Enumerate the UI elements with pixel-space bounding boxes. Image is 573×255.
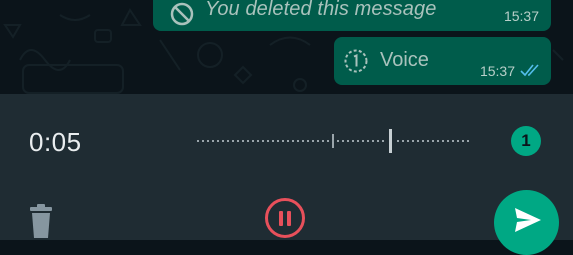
deleted-message-bubble[interactable]: You deleted this message 15:37 bbox=[153, 0, 551, 31]
chat-background: You deleted this message 15:37 Voice 15:… bbox=[0, 0, 573, 94]
blocked-icon bbox=[170, 2, 194, 26]
waveform bbox=[197, 129, 469, 153]
deleted-message-text: You deleted this message bbox=[205, 0, 437, 20]
view-once-toggle[interactable]: 1 bbox=[511, 126, 541, 156]
voice-message-label: Voice bbox=[380, 49, 429, 71]
double-check-icon bbox=[520, 64, 539, 77]
voice-message-bubble[interactable]: Voice 15:37 bbox=[334, 37, 551, 85]
message-time: 15:37 bbox=[503, 8, 539, 24]
send-icon bbox=[515, 208, 541, 232]
send-button[interactable] bbox=[494, 190, 559, 255]
pause-button[interactable] bbox=[265, 198, 305, 238]
trash-icon[interactable] bbox=[27, 204, 55, 238]
view-once-icon bbox=[344, 49, 368, 73]
message-time: 15:37 bbox=[479, 63, 515, 79]
pause-icon bbox=[279, 210, 283, 226]
recording-timer: 0:05 bbox=[29, 127, 82, 157]
voice-recorder-panel: 0:05 1 bbox=[0, 94, 573, 255]
